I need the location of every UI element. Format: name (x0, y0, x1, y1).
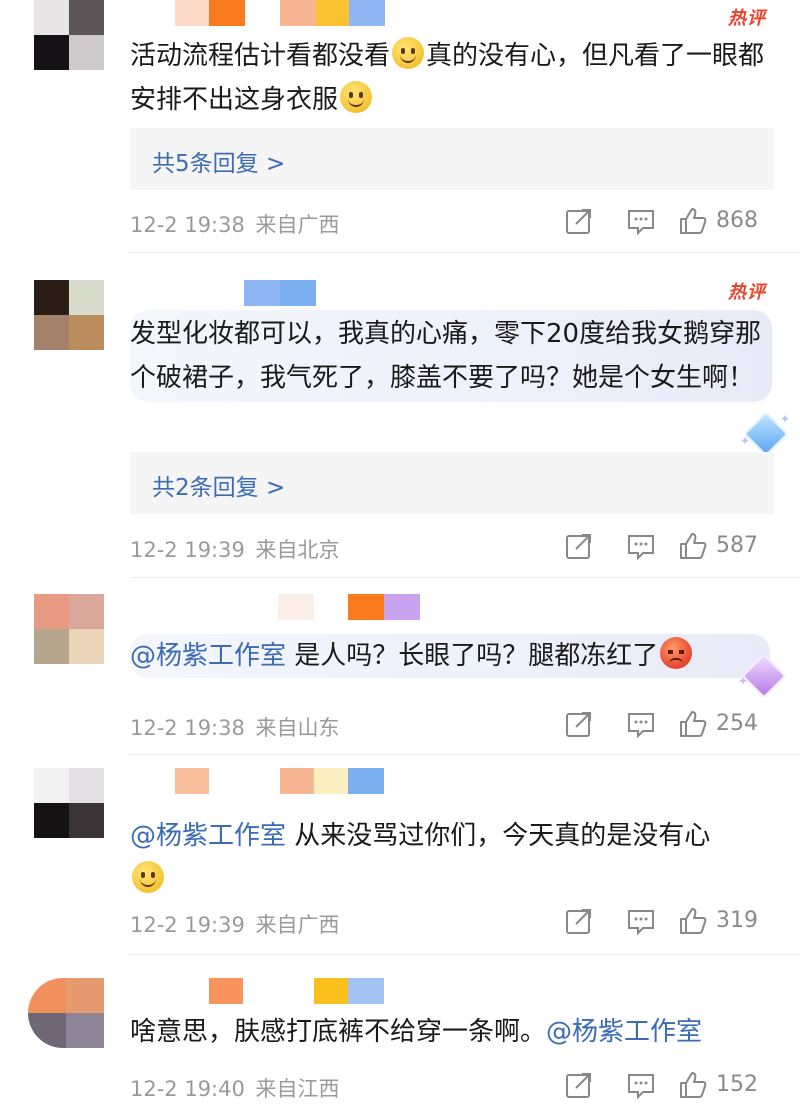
location: 来自江西 (255, 1077, 340, 1101)
comment-actions: 319 (564, 906, 774, 936)
comment-meta: 12-2 19:39 来自北京 (130, 534, 340, 564)
comment-item: 啥意思，肤感打底裤不给穿一条啊。@杨紫工作室 12-2 19:40 来自江西 1… (0, 954, 800, 1118)
like-count: 587 (716, 533, 758, 558)
thumbs-up-icon[interactable] (678, 531, 708, 561)
location: 来自山东 (255, 716, 340, 740)
share-icon[interactable] (564, 531, 594, 561)
timestamp: 12-2 19:40 (130, 1077, 245, 1101)
comment-actions: 587 (564, 531, 774, 561)
share-icon[interactable] (564, 906, 594, 936)
username[interactable] (175, 768, 385, 794)
username[interactable] (209, 978, 385, 1004)
comment-text[interactable]: 啥意思，肤感打底裤不给穿一条啊。@杨紫工作室 (130, 1010, 770, 1054)
comment-icon[interactable] (626, 709, 656, 739)
avatar[interactable] (34, 768, 104, 838)
thumbs-up-icon[interactable] (678, 906, 708, 936)
thumbs-up-icon[interactable] (678, 709, 708, 739)
diamond-badge-icon: ✦ ✦ (740, 411, 790, 457)
angry-emoji-icon (660, 637, 693, 669)
like-count: 319 (716, 908, 758, 933)
comment-text[interactable]: 发型化妆都可以，我真的心痛，零下20度给我女鹅穿那个破裙子，我气死了，膝盖不要了… (130, 310, 772, 402)
location: 来自广西 (255, 213, 340, 237)
timestamp: 12-2 19:38 (130, 716, 245, 740)
location: 来自北京 (255, 538, 340, 562)
comment-item: 热评 活动流程估计看都没看 真的没有心，但凡看了一眼都安排不出这身衣服 共5条回复… (0, 0, 800, 253)
comment-icon[interactable] (626, 1070, 656, 1100)
comment-text[interactable]: 活动流程估计看都没看 真的没有心，但凡看了一眼都安排不出这身衣服 (130, 34, 770, 122)
mention-link[interactable]: @杨紫工作室 (546, 1017, 702, 1047)
comment-meta: 12-2 19:38 来自广西 (130, 209, 340, 239)
diamond-badge-icon: ✦ (738, 653, 788, 699)
comment-meta: 12-2 19:40 来自江西 (130, 1073, 340, 1103)
username[interactable] (175, 0, 395, 26)
smile-emoji-icon (340, 81, 373, 113)
mention-link[interactable]: @杨紫工作室 (130, 641, 286, 671)
comment-icon[interactable] (626, 906, 656, 936)
like-count: 152 (716, 1072, 758, 1097)
timestamp: 12-2 19:39 (130, 913, 245, 937)
hot-comment-badge: 热评 (728, 282, 766, 303)
comment-item: @杨紫工作室 从来没骂过你们，今天真的是没有心 12-2 19:39 来自广西 … (0, 754, 800, 955)
comment-item: 热评 发型化妆都可以，我真的心痛，零下20度给我女鹅穿那个破裙子，我气死了，膝盖… (0, 252, 800, 578)
view-replies-button[interactable]: 共5条回复 > (130, 128, 774, 190)
share-icon[interactable] (564, 206, 594, 236)
comment-icon[interactable] (626, 206, 656, 236)
hot-comment-badge: 热评 (728, 8, 766, 29)
comment-actions: 254 (564, 709, 774, 739)
comment-text[interactable]: @杨紫工作室 从来没骂过你们，今天真的是没有心 (130, 814, 770, 902)
avatar[interactable] (28, 978, 104, 1048)
smile-emoji-icon (132, 861, 164, 893)
thumbs-up-icon[interactable] (678, 206, 708, 236)
timestamp: 12-2 19:39 (130, 538, 245, 562)
share-icon[interactable] (564, 709, 594, 739)
like-count: 868 (716, 208, 758, 233)
smile-emoji-icon (392, 37, 425, 69)
timestamp: 12-2 19:38 (130, 213, 245, 237)
view-replies-button[interactable]: 共2条回复 > (130, 452, 774, 514)
thumbs-up-icon[interactable] (678, 1070, 708, 1100)
avatar[interactable] (34, 594, 104, 664)
comment-actions: 868 (564, 206, 774, 236)
like-count: 254 (716, 711, 758, 736)
username[interactable] (244, 280, 316, 306)
comment-meta: 12-2 19:39 来自广西 (130, 909, 340, 939)
comment-meta: 12-2 19:38 来自山东 (130, 712, 340, 742)
avatar[interactable] (34, 0, 104, 70)
comment-actions: 152 (564, 1070, 774, 1100)
username[interactable] (278, 594, 420, 620)
mention-link[interactable]: @杨紫工作室 (130, 821, 286, 851)
comment-icon[interactable] (626, 531, 656, 561)
comment-text[interactable]: @杨紫工作室 是人吗？长眼了吗？腿都冻红了 (130, 634, 770, 678)
location: 来自广西 (255, 913, 340, 937)
share-icon[interactable] (564, 1070, 594, 1100)
comment-item: @杨紫工作室 是人吗？长眼了吗？腿都冻红了 ✦ 12-2 19:38 来自山东 … (0, 578, 800, 755)
avatar[interactable] (34, 280, 104, 350)
